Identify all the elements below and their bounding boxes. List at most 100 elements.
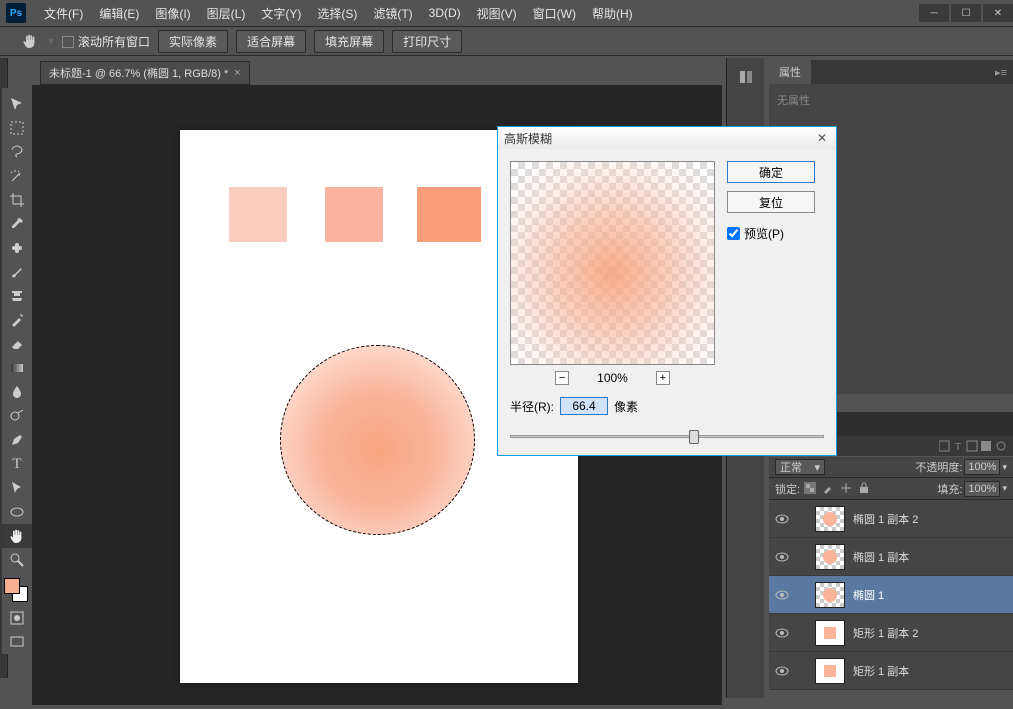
- reset-button[interactable]: 复位: [727, 191, 815, 213]
- lock-all-icon[interactable]: [858, 482, 872, 496]
- tools-panel: T: [2, 88, 32, 654]
- dodge-tool[interactable]: [2, 404, 32, 428]
- foreground-color-swatch[interactable]: [4, 578, 20, 594]
- fill-label: 填充:: [937, 481, 962, 497]
- radius-input[interactable]: [560, 397, 608, 415]
- scroll-all-windows-checkbox[interactable]: 滚动所有窗口: [62, 33, 150, 50]
- menu-type[interactable]: 文字(Y): [253, 5, 309, 22]
- gradient-tool[interactable]: [2, 356, 32, 380]
- lock-transparent-icon[interactable]: [804, 482, 818, 496]
- fill-input[interactable]: 100%: [964, 481, 1000, 497]
- slider-thumb[interactable]: [689, 430, 699, 444]
- menu-image[interactable]: 图像(I): [147, 5, 198, 22]
- menu-file[interactable]: 文件(F): [36, 5, 91, 22]
- layer-name: 椭圆 1 副本: [853, 549, 909, 565]
- blend-mode-select[interactable]: 正常▾: [775, 459, 825, 475]
- opacity-input[interactable]: 100%: [964, 459, 1000, 475]
- layer-filter-icons[interactable]: T: [935, 440, 1013, 452]
- zoom-in-button[interactable]: +: [656, 371, 670, 385]
- properties-tab[interactable]: 属性: [769, 60, 811, 84]
- opacity-label: 不透明度:: [915, 459, 962, 475]
- shape-tool[interactable]: [2, 500, 32, 524]
- layer-name: 椭圆 1 副本 2: [853, 511, 918, 527]
- menu-help[interactable]: 帮助(H): [584, 5, 641, 22]
- blur-tool[interactable]: [2, 380, 32, 404]
- menu-3d[interactable]: 3D(D): [421, 6, 469, 20]
- radius-unit: 像素: [614, 398, 638, 415]
- layer-row[interactable]: 矩形 1 副本 2: [769, 614, 1013, 652]
- radius-slider[interactable]: [510, 429, 824, 443]
- window-maximize-button[interactable]: ☐: [951, 4, 981, 22]
- zoom-out-button[interactable]: −: [555, 371, 569, 385]
- panel-menu-icon[interactable]: ▸≡: [989, 66, 1013, 79]
- layer-thumbnail[interactable]: [815, 582, 845, 608]
- ok-button[interactable]: 确定: [727, 161, 815, 183]
- zoom-level: 100%: [597, 371, 628, 385]
- panel-icon[interactable]: [727, 62, 765, 92]
- clone-stamp-tool[interactable]: [2, 284, 32, 308]
- layer-name: 椭圆 1: [853, 587, 884, 603]
- fit-screen-button[interactable]: 适合屏幕: [236, 30, 306, 53]
- layer-row[interactable]: 椭圆 1: [769, 576, 1013, 614]
- lasso-tool[interactable]: [2, 140, 32, 164]
- layer-thumbnail[interactable]: [815, 620, 845, 646]
- print-size-button[interactable]: 打印尺寸: [392, 30, 462, 53]
- no-properties-label: 无属性: [777, 95, 810, 107]
- magic-wand-tool[interactable]: [2, 164, 32, 188]
- visibility-toggle-icon[interactable]: [775, 550, 789, 564]
- layer-thumbnail[interactable]: [815, 544, 845, 570]
- radius-label: 半径(R):: [510, 398, 554, 415]
- preview-checkbox[interactable]: 预览(P): [727, 225, 815, 242]
- lock-paint-icon[interactable]: [822, 482, 836, 496]
- layer-thumbnail[interactable]: [815, 506, 845, 532]
- crop-tool[interactable]: [2, 188, 32, 212]
- dialog-title: 高斯模糊: [504, 130, 552, 147]
- screen-mode-toggle[interactable]: [2, 630, 32, 654]
- layer-thumbnail[interactable]: [815, 658, 845, 684]
- layer-row[interactable]: 矩形 1 副本: [769, 652, 1013, 690]
- rect-swatch-3: [417, 187, 481, 242]
- path-selection-tool[interactable]: [2, 476, 32, 500]
- hand-tool[interactable]: [2, 524, 32, 548]
- menu-edit[interactable]: 编辑(E): [91, 5, 147, 22]
- visibility-toggle-icon[interactable]: [775, 626, 789, 640]
- menu-select[interactable]: 选择(S): [309, 5, 365, 22]
- history-brush-tool[interactable]: [2, 308, 32, 332]
- layer-row[interactable]: 椭圆 1 副本 2: [769, 500, 1013, 538]
- eyedropper-tool[interactable]: [2, 212, 32, 236]
- menu-window[interactable]: 窗口(W): [525, 5, 584, 22]
- visibility-toggle-icon[interactable]: [775, 588, 789, 602]
- window-minimize-button[interactable]: ─: [919, 4, 949, 22]
- quick-mask-toggle[interactable]: [2, 606, 32, 630]
- dialog-close-button[interactable]: ✕: [814, 130, 830, 146]
- menu-filter[interactable]: 滤镜(T): [365, 5, 420, 22]
- visibility-toggle-icon[interactable]: [775, 512, 789, 526]
- pen-tool[interactable]: [2, 428, 32, 452]
- gaussian-blur-dialog: 高斯模糊 ✕ − 100% + 确定 复位 预览(P) 半径(R): 像素: [497, 126, 837, 456]
- healing-brush-tool[interactable]: [2, 236, 32, 260]
- color-swatches[interactable]: [2, 576, 32, 606]
- menu-view[interactable]: 视图(V): [469, 5, 525, 22]
- marquee-tool[interactable]: [2, 116, 32, 140]
- window-close-button[interactable]: ✕: [983, 4, 1013, 22]
- brush-tool[interactable]: [2, 260, 32, 284]
- type-tool[interactable]: T: [2, 452, 32, 476]
- layer-name: 矩形 1 副本 2: [853, 625, 918, 641]
- layer-row[interactable]: 椭圆 1 副本: [769, 538, 1013, 576]
- fill-screen-button[interactable]: 填充屏幕: [314, 30, 384, 53]
- preview-checkbox-input[interactable]: [727, 227, 740, 240]
- preview-image[interactable]: [510, 161, 715, 365]
- visibility-toggle-icon[interactable]: [775, 664, 789, 678]
- move-tool[interactable]: [2, 92, 32, 116]
- zoom-tool[interactable]: [2, 548, 32, 572]
- svg-text:T: T: [955, 442, 961, 452]
- rect-swatch-1: [229, 187, 287, 242]
- eraser-tool[interactable]: [2, 332, 32, 356]
- actual-pixels-button[interactable]: 实际像素: [158, 30, 228, 53]
- menu-layer[interactable]: 图层(L): [199, 5, 254, 22]
- document-tab[interactable]: 未标题-1 @ 66.7% (椭圆 1, RGB/8) * ×: [40, 61, 250, 85]
- app-logo: Ps: [6, 3, 26, 23]
- lock-label: 锁定:: [775, 481, 800, 497]
- lock-position-icon[interactable]: [840, 482, 854, 496]
- close-tab-icon[interactable]: ×: [234, 67, 240, 79]
